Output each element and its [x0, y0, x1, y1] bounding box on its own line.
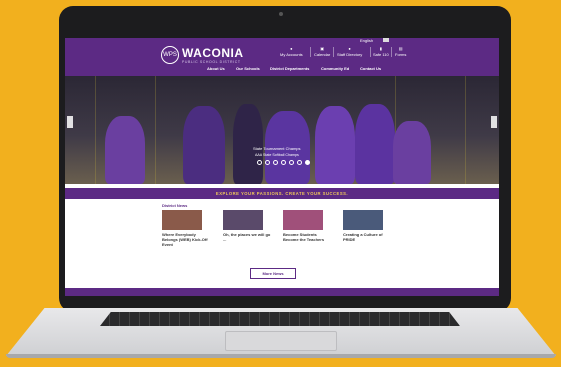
utility-staff-directory[interactable]: ● Staff Directory — [337, 46, 362, 57]
news-title[interactable]: Oh, the places we will go ... — [223, 232, 273, 242]
document-icon: ▤ — [398, 46, 403, 51]
news-title[interactable]: Where Everybody Belongs (WEB) Kick-Off E… — [162, 232, 212, 247]
nav-district-departments[interactable]: District Departments — [270, 66, 309, 71]
news-item[interactable]: Creating a Culture of PRIDE — [343, 210, 393, 242]
more-news-button[interactable]: More News — [250, 268, 296, 279]
people-icon: ● — [348, 46, 351, 51]
divider — [310, 47, 311, 57]
nav-our-schools[interactable]: Our Schools — [236, 66, 260, 71]
utility-label: My Accounts — [280, 52, 303, 57]
hero-caption-subtitle: AAA State Softball Champs — [255, 153, 299, 157]
news-thumbnail[interactable] — [343, 210, 383, 230]
slide-dot-3[interactable] — [273, 160, 278, 165]
slideshow-prev-arrow-icon[interactable] — [67, 116, 73, 128]
nav-community-ed[interactable]: Community Ed — [321, 66, 349, 71]
hero-slideshow[interactable]: State Tournament Champs AAA State Softba… — [65, 76, 499, 184]
site-brand-subtitle: PUBLIC SCHOOL DISTRICT — [182, 60, 241, 64]
hero-photo-player — [393, 121, 431, 184]
laptop-keyboard — [100, 312, 460, 326]
news-heading: District News — [162, 203, 188, 208]
hero-photo-player — [105, 116, 145, 184]
news-item[interactable]: Where Everybody Belongs (WEB) Kick-Off E… — [162, 210, 212, 247]
webcam-icon — [279, 12, 283, 16]
fence-post — [155, 76, 156, 184]
fence-post — [465, 76, 466, 184]
laptop-screen-bezel: WPS WACONIA PUBLIC SCHOOL DISTRICT Engli… — [59, 6, 511, 312]
news-thumbnail[interactable] — [162, 210, 202, 230]
hero-photo-player — [183, 106, 225, 184]
phone-icon: ▮ — [379, 46, 382, 51]
divider — [370, 47, 371, 57]
site-footer-band — [65, 288, 499, 296]
utility-forms[interactable]: ▤ Forms — [395, 46, 406, 57]
utility-label: Safe 110 — [373, 52, 389, 57]
hero-photo-player — [315, 106, 355, 184]
slide-dot-1[interactable] — [257, 160, 262, 165]
divider — [391, 47, 392, 57]
utility-label: Calendar — [314, 52, 331, 57]
slide-dot-5[interactable] — [289, 160, 294, 165]
news-title[interactable]: Creating a Culture of PRIDE — [343, 232, 393, 242]
site-tagline: EXPLORE YOUR PASSIONS. CREATE YOUR SUCCE… — [65, 188, 499, 199]
hero-caption-title: State Tournament Champs — [253, 146, 301, 151]
news-title[interactable]: Become Students Become the Teachers — [283, 232, 333, 242]
hero-photo-coach — [233, 104, 263, 184]
calendar-icon: ▣ — [320, 46, 324, 51]
slideshow-next-arrow-icon[interactable] — [491, 116, 497, 128]
slide-dot-2[interactable] — [265, 160, 270, 165]
slide-dot-4[interactable] — [281, 160, 286, 165]
site-header: WPS WACONIA PUBLIC SCHOOL DISTRICT Engli… — [65, 38, 499, 76]
utility-label: Staff Directory — [337, 52, 363, 57]
slide-dot-7[interactable] — [305, 160, 310, 165]
hero-photo-player — [355, 104, 395, 184]
fence-post — [95, 76, 96, 184]
utility-my-accounts[interactable]: ● My Accounts — [280, 46, 303, 57]
divider — [333, 47, 334, 57]
news-item[interactable]: Oh, the places we will go ... — [223, 210, 273, 242]
website-viewport: WPS WACONIA PUBLIC SCHOOL DISTRICT Engli… — [65, 38, 499, 296]
laptop-base-edge — [6, 354, 556, 358]
utility-label: Forms — [395, 52, 407, 57]
utility-safe-110[interactable]: ▮ Safe 110 — [373, 46, 389, 57]
language-dropdown-icon[interactable] — [383, 38, 389, 42]
nav-about-us[interactable]: About Us — [207, 66, 225, 71]
news-thumbnail[interactable] — [283, 210, 323, 230]
slide-dot-6[interactable] — [297, 160, 302, 165]
laptop-trackpad — [225, 331, 337, 351]
language-select[interactable]: English — [360, 38, 373, 43]
district-logo-icon[interactable]: WPS — [161, 46, 179, 64]
user-icon: ● — [290, 46, 293, 51]
news-item[interactable]: Become Students Become the Teachers — [283, 210, 333, 242]
utility-calendar[interactable]: ▣ Calendar — [314, 46, 330, 57]
news-thumbnail[interactable] — [223, 210, 263, 230]
site-brand[interactable]: WACONIA — [182, 46, 244, 60]
nav-contact-us[interactable]: Contact Us — [360, 66, 381, 71]
